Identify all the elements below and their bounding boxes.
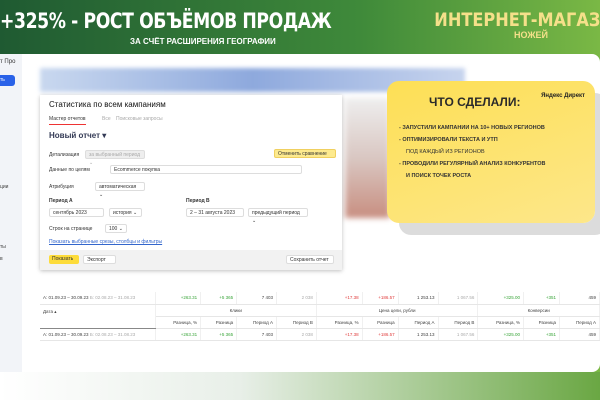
subheader[interactable]: Разница xyxy=(200,316,238,329)
report-card: Статистика по всем кампаниям Мастер отче… xyxy=(40,95,342,270)
subheader[interactable]: Разница, % xyxy=(477,316,525,329)
report-name[interactable]: Новый отчет ▾ xyxy=(49,131,106,140)
cell: +351 xyxy=(523,292,561,305)
cell: 1 253.13 xyxy=(398,292,439,305)
cell: +351 xyxy=(523,328,561,341)
table-row: А: 01.09.23 – 30.09.23 Б: 02.08.23 – 31.… xyxy=(40,328,600,341)
sidebar-item[interactable]: в xyxy=(0,256,3,262)
cell: +325.00 xyxy=(477,328,525,341)
cell: +325.00 xyxy=(477,292,525,305)
subheader[interactable]: Разница xyxy=(362,316,399,329)
table-header: Дата ▴ Клики Цена цели, рубли Конверсии xyxy=(40,304,600,329)
table-row-total: А: 01.09.23 – 30.09.23 Б: 02.08.23 – 31.… xyxy=(40,292,600,305)
period-b: Б: 02.08.23 – 31.08.23 xyxy=(89,331,136,337)
cell: 7 403 xyxy=(236,328,278,341)
subheader[interactable]: Период А xyxy=(236,316,278,329)
period-b-date[interactable]: 2 – 31 августа 2023 xyxy=(186,208,244,217)
date-header[interactable]: Дата ▴ xyxy=(40,304,156,329)
cancel-compare-button[interactable]: Отменить сравнение xyxy=(274,149,336,158)
period-a-date[interactable]: сентябрь 2023 xyxy=(49,208,104,217)
tab-search-queries[interactable]: Поисковые запросы xyxy=(116,116,163,122)
sidebar-title: т Про xyxy=(0,59,16,65)
rows-label: Строк на странице xyxy=(49,226,93,232)
attribution-label: Атрибуция xyxy=(49,184,74,190)
stats-table: А: 01.09.23 – 30.09.23 Б: 02.08.23 – 31.… xyxy=(40,292,600,341)
yandex-direct-logo: Яндекс Директ xyxy=(541,93,585,99)
tab-all[interactable]: Все xyxy=(102,116,111,122)
attribution-select[interactable]: автоматическая ⌄ xyxy=(95,182,145,198)
rows-select[interactable]: 100 ⌄ xyxy=(105,224,127,233)
sidebar: т Про ть ции ты в xyxy=(0,54,22,372)
subheader[interactable]: Период B xyxy=(438,316,479,329)
period-a-label: Период А xyxy=(49,198,73,204)
period-a: А: 01.09.23 – 30.09.23 xyxy=(43,295,89,301)
period-b-mode[interactable]: предыдущий период ⌄ xyxy=(248,208,308,224)
subheader[interactable]: Период А xyxy=(398,316,439,329)
show-filters-link[interactable]: Показать выбранные срезы, столбцы и филь… xyxy=(49,239,162,245)
detail-select[interactable]: за выбранный период ⌄ xyxy=(85,150,145,166)
brand-title: ИНТЕРНЕТ-МАГАЗ xyxy=(433,9,600,31)
brand-subtitle: НОЖЕЙ xyxy=(514,30,548,40)
export-button[interactable]: Экспорт xyxy=(83,255,116,264)
detail-label: Детализация xyxy=(49,152,80,158)
cell: 2 038 xyxy=(276,292,317,305)
cell: +186.57 xyxy=(362,328,399,341)
cell: +186.57 xyxy=(362,292,399,305)
cell: +17.38 xyxy=(316,292,363,305)
subheader[interactable]: Разница, % xyxy=(316,316,363,329)
subheader[interactable]: Период B xyxy=(276,316,317,329)
sidebar-item[interactable]: ты xyxy=(0,244,6,250)
period-a: А: 01.09.23 – 30.09.23 xyxy=(43,331,89,337)
sidebar-button[interactable]: ть xyxy=(0,75,15,86)
period-a-mode[interactable]: история ⌄ xyxy=(109,208,142,217)
promo-item: - ОПТИМИЗИРОВАЛИ ТЕКСТА И УТП xyxy=(399,137,498,143)
goals-select[interactable]: Ecommerce покупка xyxy=(110,165,302,174)
bottom-gradient xyxy=(0,372,600,400)
group-header: Конверсии xyxy=(477,304,600,317)
cell: +263.31 xyxy=(155,292,202,305)
cell: +263.31 xyxy=(155,328,202,341)
period-b-label: Период B xyxy=(186,198,210,204)
promo-card: ЧТО СДЕЛАЛИ: Яндекс Директ - ЗАПУСТИЛИ К… xyxy=(387,81,595,223)
promo-item: ПОД КАЖДЫЙ ИЗ РЕГИОНОВ xyxy=(406,149,485,155)
show-button[interactable]: Показать xyxy=(49,255,79,264)
group-header: Клики xyxy=(155,304,317,317)
cell: +5 365 xyxy=(200,328,238,341)
promo-item: И ПОИСК ТОЧЕК РОСТА xyxy=(406,173,472,179)
cell: +17.38 xyxy=(316,328,363,341)
save-report-button[interactable]: Сохранить отчет xyxy=(286,255,334,264)
cell: 2 038 xyxy=(276,328,317,341)
card-title: Статистика по всем кампаниям xyxy=(49,100,166,109)
sidebar-item[interactable]: ции xyxy=(0,184,8,190)
subheader[interactable]: Разница xyxy=(523,316,561,329)
blurred-image xyxy=(345,98,390,218)
cell: 1 067.56 xyxy=(438,292,479,305)
cell: 1 067.56 xyxy=(438,328,479,341)
headline: +325% - РОСТ ОБЪЁМОВ ПРОДАЖ xyxy=(0,9,332,33)
cell: 7 403 xyxy=(236,292,278,305)
subheader[interactable]: Период А xyxy=(559,316,600,329)
promo-item: - ЗАПУСТИЛИ КАМПАНИИ НА 10+ НОВЫХ РЕГИОН… xyxy=(399,125,545,131)
subheader[interactable]: Разница, % xyxy=(155,316,202,329)
group-header: Цена цели, рубли xyxy=(316,304,479,317)
goals-label: Данные по целям xyxy=(49,167,90,173)
cell: 1 253.13 xyxy=(398,328,439,341)
tab-report-master[interactable]: Мастер отчетов xyxy=(49,116,86,125)
cell: 459 xyxy=(559,292,600,305)
promo-item: - ПРОВОДИЛИ РЕГУЛЯРНЫЙ АНАЛИЗ КОНКУРЕНТО… xyxy=(399,161,546,167)
period-b: Б: 02.08.23 – 31.08.23 xyxy=(89,295,136,301)
cell: 459 xyxy=(559,328,600,341)
promo-title: ЧТО СДЕЛАЛИ: xyxy=(429,95,521,109)
cell: +5 365 xyxy=(200,292,238,305)
headline-subtitle: ЗА СЧЁТ РАСШИРЕНИЯ ГЕОГРАФИИ xyxy=(130,37,276,46)
